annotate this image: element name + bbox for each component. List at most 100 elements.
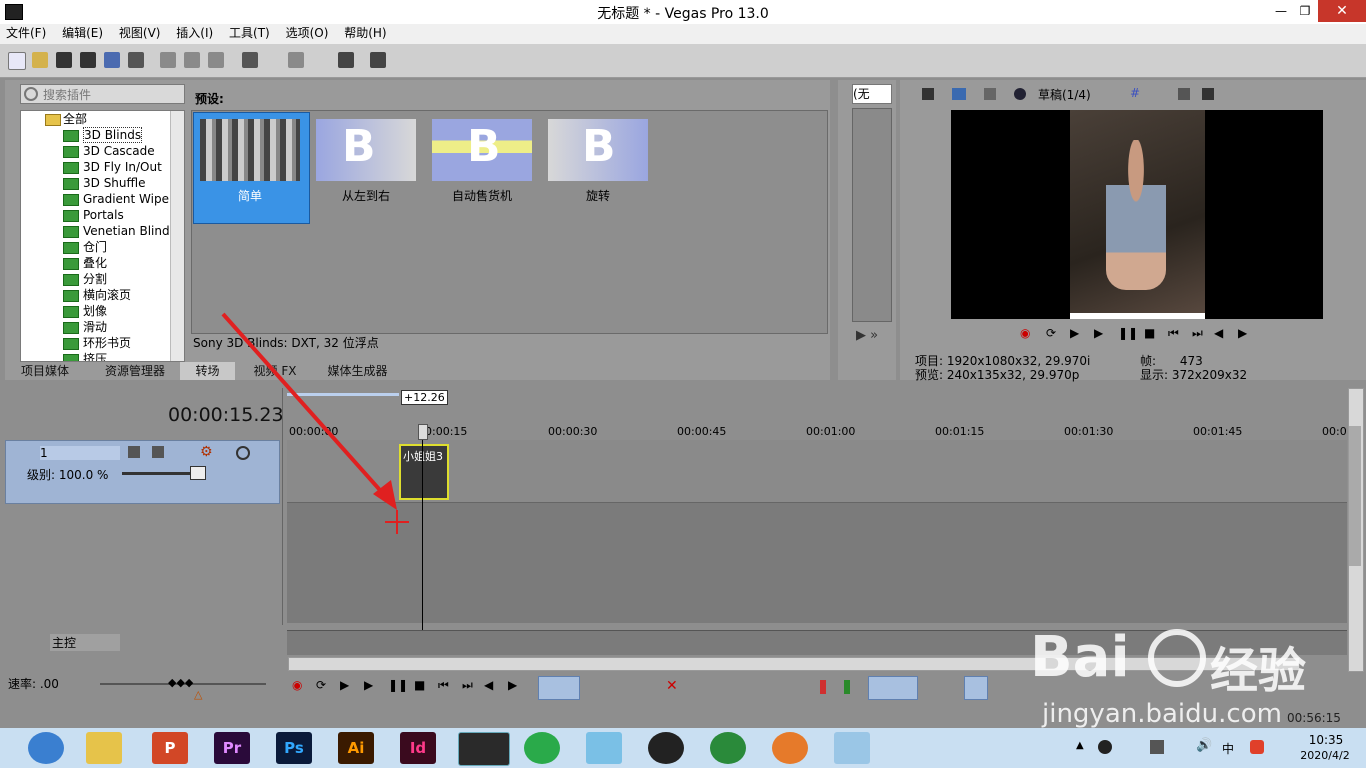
clock-time[interactable]: 10:35 bbox=[1296, 733, 1356, 747]
play-icon[interactable]: ▶ bbox=[364, 678, 373, 692]
menu-tools[interactable]: 工具(T) bbox=[229, 26, 270, 40]
go-start-icon[interactable]: ⏮ bbox=[438, 678, 449, 693]
tree-item[interactable]: Portals bbox=[21, 207, 184, 223]
redo-icon[interactable] bbox=[288, 52, 304, 68]
video-props-icon[interactable] bbox=[922, 88, 934, 100]
prev-frame-icon[interactable]: ◀ bbox=[484, 678, 493, 692]
help-pointer-icon[interactable] bbox=[370, 52, 386, 68]
split-screen-icon[interactable] bbox=[984, 88, 996, 100]
browser-icon[interactable] bbox=[28, 732, 64, 764]
tree-item[interactable]: 分割 bbox=[21, 271, 184, 287]
go-end-icon[interactable]: ⏭ bbox=[1192, 326, 1203, 341]
menu-view[interactable]: 视图(V) bbox=[119, 26, 161, 40]
tray-ime-label[interactable]: 中 bbox=[1222, 740, 1234, 757]
tree-item[interactable]: 3D Shuffle bbox=[21, 175, 184, 191]
lock-envelopes-button[interactable] bbox=[964, 676, 988, 700]
play-icon[interactable]: ▶ bbox=[1094, 326, 1103, 340]
illustrator-icon[interactable]: Ai bbox=[338, 732, 374, 764]
track-level-thumb[interactable] bbox=[190, 466, 206, 480]
paste-icon[interactable] bbox=[208, 52, 224, 68]
close-button[interactable]: ✕ bbox=[1318, 0, 1366, 22]
qq-icon[interactable] bbox=[648, 732, 684, 764]
stop-icon[interactable]: ■ bbox=[1144, 326, 1155, 340]
tree-item[interactable]: 横向滚页 bbox=[21, 287, 184, 303]
record-icon[interactable]: ◉ bbox=[1020, 326, 1030, 340]
playhead-handle[interactable] bbox=[418, 424, 428, 440]
menu-options[interactable]: 选项(O) bbox=[286, 26, 329, 40]
tree-item[interactable]: 3D Blinds bbox=[21, 127, 184, 143]
undo-icon[interactable] bbox=[242, 52, 258, 68]
app-icon[interactable] bbox=[772, 732, 808, 764]
photoshop-icon[interactable]: Ps bbox=[276, 732, 312, 764]
tray-up-arrow-icon[interactable]: ▲ bbox=[1076, 740, 1084, 751]
vertical-scrollbar-thumb[interactable] bbox=[1349, 426, 1361, 566]
play-from-start-icon[interactable]: ▶ bbox=[340, 678, 349, 692]
track-mute-icon[interactable] bbox=[128, 446, 140, 458]
menu-insert[interactable]: 插入(I) bbox=[176, 26, 213, 40]
tray-network-icon[interactable] bbox=[1150, 740, 1164, 754]
track-fx-icon[interactable]: ⚙ bbox=[200, 444, 213, 460]
go-start-icon[interactable]: ⏮ bbox=[1168, 326, 1179, 341]
track-motion-icon[interactable] bbox=[152, 446, 164, 458]
plugin-tree[interactable]: 全部 3D Blinds 3D Cascade 3D Fly In/Out 3D… bbox=[20, 110, 185, 362]
tree-item[interactable]: 叠化 bbox=[21, 255, 184, 271]
trimmer-dropdown[interactable]: (无 bbox=[852, 84, 892, 104]
render-icon[interactable] bbox=[104, 52, 120, 68]
stop-icon[interactable]: ■ bbox=[414, 678, 425, 692]
tray-qq-icon[interactable] bbox=[1098, 740, 1112, 754]
tray-sogou-icon[interactable] bbox=[1250, 740, 1264, 754]
edit-tool-button[interactable] bbox=[538, 676, 580, 700]
app-icon[interactable] bbox=[586, 732, 622, 764]
tree-scrollbar[interactable] bbox=[170, 111, 184, 361]
preset-thumbnail[interactable] bbox=[200, 119, 300, 181]
indesign-icon[interactable]: Id bbox=[400, 732, 436, 764]
app-icon[interactable] bbox=[524, 732, 560, 764]
tree-item[interactable]: 3D Cascade bbox=[21, 143, 184, 159]
open-folder-icon[interactable] bbox=[32, 52, 48, 68]
overlay-icon[interactable] bbox=[1014, 88, 1026, 100]
tree-item[interactable]: 划像 bbox=[21, 303, 184, 319]
tree-item[interactable]: 仓门 bbox=[21, 239, 184, 255]
tree-root[interactable]: 全部 bbox=[21, 111, 184, 127]
tree-item[interactable]: 滑动 bbox=[21, 319, 184, 335]
empty-track-area[interactable] bbox=[287, 503, 1347, 623]
playhead-line[interactable] bbox=[422, 424, 423, 654]
new-file-icon[interactable] bbox=[8, 52, 26, 70]
prev-frame-icon[interactable]: ◀ bbox=[1214, 326, 1223, 340]
premiere-icon[interactable]: Pr bbox=[214, 732, 250, 764]
tree-item[interactable]: Venetian Blinds bbox=[21, 223, 184, 239]
grid-icon[interactable]: # bbox=[1130, 86, 1140, 100]
save-icon[interactable] bbox=[56, 52, 72, 68]
enable-snapping-icon[interactable] bbox=[338, 52, 354, 68]
save-snapshot-icon[interactable] bbox=[1202, 88, 1214, 100]
copy-icon[interactable] bbox=[184, 52, 200, 68]
vegas-icon[interactable] bbox=[458, 732, 510, 766]
pause-icon[interactable]: ❚❚ bbox=[388, 678, 408, 692]
file-explorer-icon[interactable] bbox=[86, 732, 122, 764]
tree-item[interactable]: 挤压 bbox=[21, 351, 184, 361]
trimmer-play-icon[interactable]: ▶ » bbox=[856, 328, 878, 343]
record-icon[interactable]: ◉ bbox=[292, 678, 302, 692]
delete-icon[interactable]: ✕ bbox=[666, 678, 678, 694]
play-from-start-icon[interactable]: ▶ bbox=[1070, 326, 1079, 340]
cut-icon[interactable] bbox=[160, 52, 176, 68]
tree-item[interactable]: Gradient Wipe bbox=[21, 191, 184, 207]
region-icon[interactable] bbox=[844, 680, 850, 694]
pause-icon[interactable]: ❚❚ bbox=[1118, 326, 1138, 340]
go-end-icon[interactable]: ⏭ bbox=[462, 678, 473, 693]
save-as-icon[interactable] bbox=[80, 52, 96, 68]
search-input[interactable]: 搜索插件 bbox=[20, 84, 185, 104]
app-icon[interactable] bbox=[834, 732, 870, 764]
auto-ripple-button[interactable] bbox=[868, 676, 918, 700]
restore-button[interactable]: ❐ bbox=[1290, 0, 1320, 22]
properties-icon[interactable] bbox=[128, 52, 144, 68]
tray-volume-icon[interactable]: 🔊 bbox=[1196, 738, 1212, 753]
tree-item[interactable]: 环形书页 bbox=[21, 335, 184, 351]
master-bus-header[interactable] bbox=[5, 630, 282, 652]
marker-icon[interactable] bbox=[820, 680, 826, 694]
copy-snapshot-icon[interactable] bbox=[1178, 88, 1190, 100]
tree-item[interactable]: 3D Fly In/Out bbox=[21, 159, 184, 175]
next-frame-icon[interactable]: ▶ bbox=[1238, 326, 1247, 340]
menu-help[interactable]: 帮助(H) bbox=[344, 26, 386, 40]
external-monitor-icon[interactable] bbox=[952, 88, 966, 100]
